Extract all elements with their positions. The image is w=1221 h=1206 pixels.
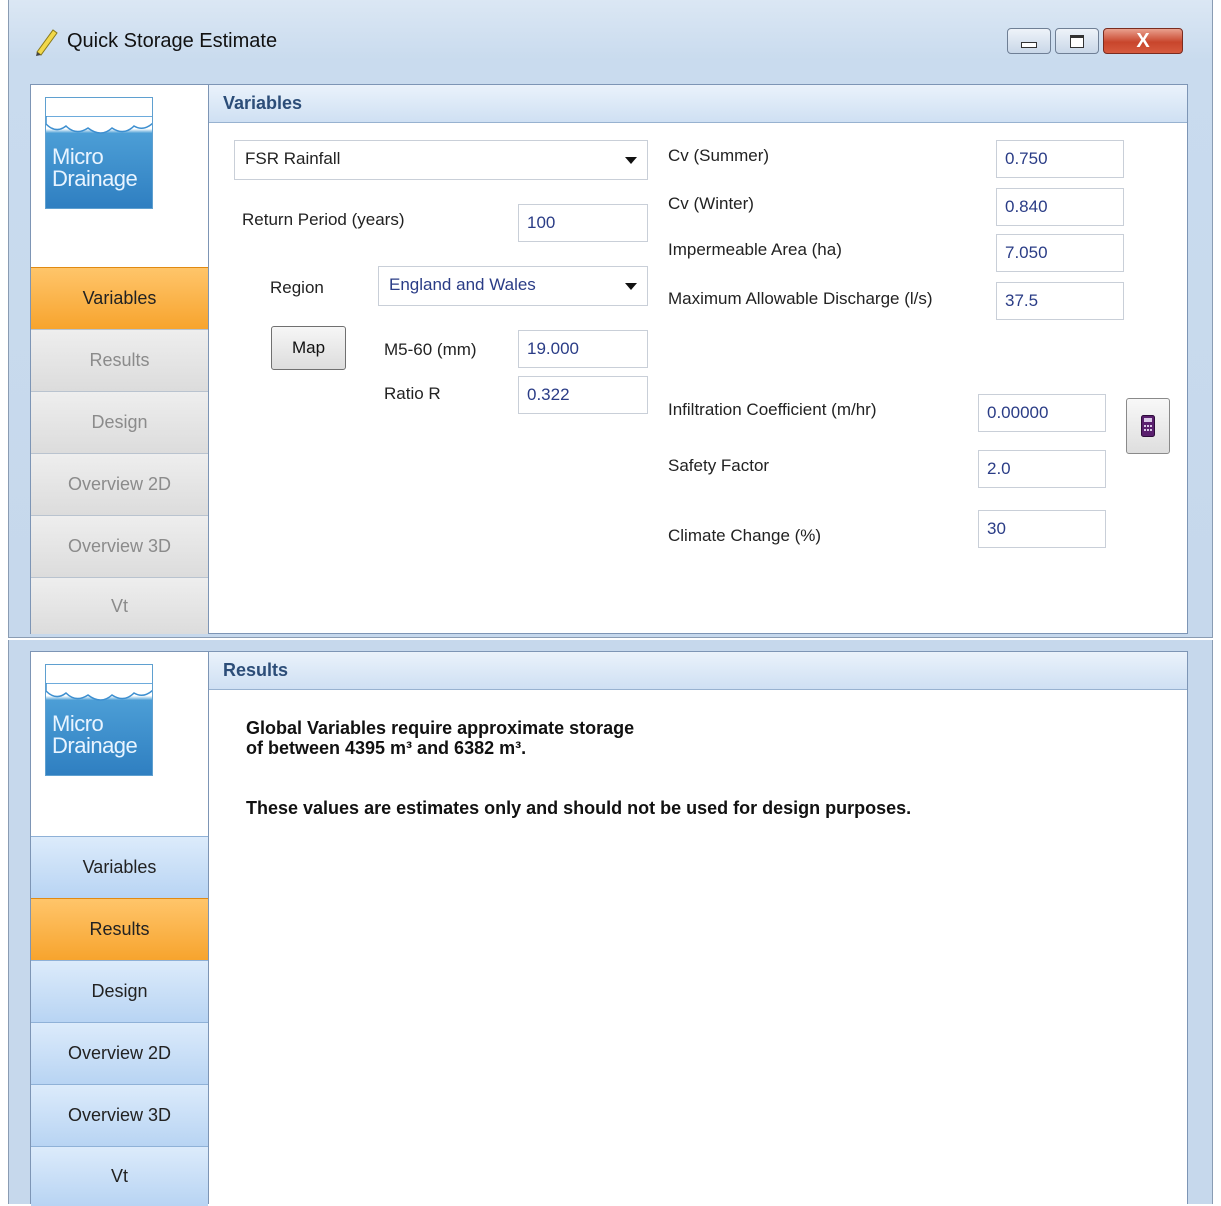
climate-change-field[interactable]: 30 <box>978 510 1106 548</box>
impermeable-area-label: Impermeable Area (ha) <box>668 240 842 259</box>
cv-summer-field[interactable]: 0.750 <box>996 140 1124 178</box>
logo-text-drainage: Drainage <box>52 166 138 191</box>
calculator-icon <box>1141 415 1155 437</box>
rainfall-model-dropdown[interactable]: FSR Rainfall <box>234 140 648 180</box>
max-discharge-field[interactable]: 37.5 <box>996 282 1124 320</box>
cv-summer-label: Cv (Summer) <box>668 146 770 165</box>
close-button[interactable]: X <box>1103 28 1183 54</box>
sidebar: Micro Drainage Variables Results Design … <box>31 85 209 634</box>
climate-change-label: Climate Change (%) <box>668 526 822 545</box>
results-header-label: Results <box>223 660 289 680</box>
region-value: England and Wales <box>389 275 536 294</box>
sidebar-item-vt[interactable]: Vt <box>31 1146 208 1206</box>
impermeable-area-field[interactable]: 7.050 <box>996 234 1124 272</box>
region-label: Region <box>270 278 324 297</box>
sidebar-item-variables[interactable]: Variables <box>31 267 208 329</box>
sidebar-item-variables[interactable]: Variables <box>31 836 208 898</box>
microdrainage-logo: Micro Drainage <box>45 97 153 209</box>
results-line-1: Global Variables require approximate sto… <box>246 718 635 738</box>
results-line-2: of between 4395 m³ and 6382 m³. <box>246 738 527 758</box>
sidebar-item-vt[interactable]: Vt <box>31 577 208 634</box>
ratio-r-field[interactable]: 0.322 <box>518 376 648 414</box>
chevron-down-icon <box>625 157 637 164</box>
sidebar-item-design[interactable]: Design <box>31 960 208 1022</box>
return-period-field[interactable]: 100 <box>518 204 648 242</box>
minimize-icon <box>1021 42 1037 48</box>
pencil-icon <box>36 29 58 56</box>
safety-factor-label: Safety Factor <box>668 456 770 475</box>
cv-winter-label: Cv (Winter) <box>668 194 754 213</box>
safety-factor-field[interactable]: 2.0 <box>978 450 1106 488</box>
ratio-r-label: Ratio R <box>384 384 441 403</box>
rainfall-model-value: FSR Rainfall <box>245 149 341 168</box>
logo-text-micro: Micro <box>52 711 104 736</box>
sidebar-item-overview-2d[interactable]: Overview 2D <box>31 1022 208 1084</box>
cloud-icon <box>46 683 152 701</box>
m560-field[interactable]: 19.000 <box>518 330 648 368</box>
logo-text-micro: Micro <box>52 144 104 169</box>
maximize-button[interactable] <box>1055 28 1099 54</box>
results-disclaimer: These values are estimates only and shou… <box>246 798 912 818</box>
chevron-down-icon <box>625 283 637 290</box>
cv-winter-field[interactable]: 0.840 <box>996 188 1124 226</box>
region-dropdown[interactable]: England and Wales <box>378 266 648 306</box>
sidebar-item-results[interactable]: Results <box>31 898 208 960</box>
infiltration-field[interactable]: 0.00000 <box>978 394 1106 432</box>
sidebar-item-design[interactable]: Design <box>31 391 208 453</box>
sidebar-item-overview-3d[interactable]: Overview 3D <box>31 1084 208 1146</box>
close-icon: X <box>1136 29 1150 52</box>
maximize-icon <box>1070 34 1084 48</box>
calculator-button[interactable] <box>1126 398 1170 454</box>
logo-text-drainage: Drainage <box>52 733 138 758</box>
m560-label: M5-60 (mm) <box>384 340 477 359</box>
variables-header: Variables <box>209 85 1187 123</box>
minimize-button[interactable] <box>1007 28 1051 54</box>
infiltration-label: Infiltration Coefficient (m/hr) <box>668 400 877 419</box>
return-period-label: Return Period (years) <box>242 210 405 229</box>
sidebar-item-overview-3d[interactable]: Overview 3D <box>31 515 208 577</box>
variables-header-label: Variables <box>223 93 303 113</box>
sidebar: Micro Drainage Variables Results Design … <box>31 652 209 1206</box>
microdrainage-logo: Micro Drainage <box>45 664 153 776</box>
sidebar-item-results[interactable]: Results <box>31 329 208 391</box>
map-button[interactable]: Map <box>271 326 346 370</box>
results-header: Results <box>209 652 1187 690</box>
cloud-icon <box>46 116 152 134</box>
max-discharge-label: Maximum Allowable Discharge (l/s) <box>668 289 933 308</box>
window-title: Quick Storage Estimate <box>67 30 278 52</box>
sidebar-item-overview-2d[interactable]: Overview 2D <box>31 453 208 515</box>
title-bar: Quick Storage Estimate X <box>9 0 1212 84</box>
